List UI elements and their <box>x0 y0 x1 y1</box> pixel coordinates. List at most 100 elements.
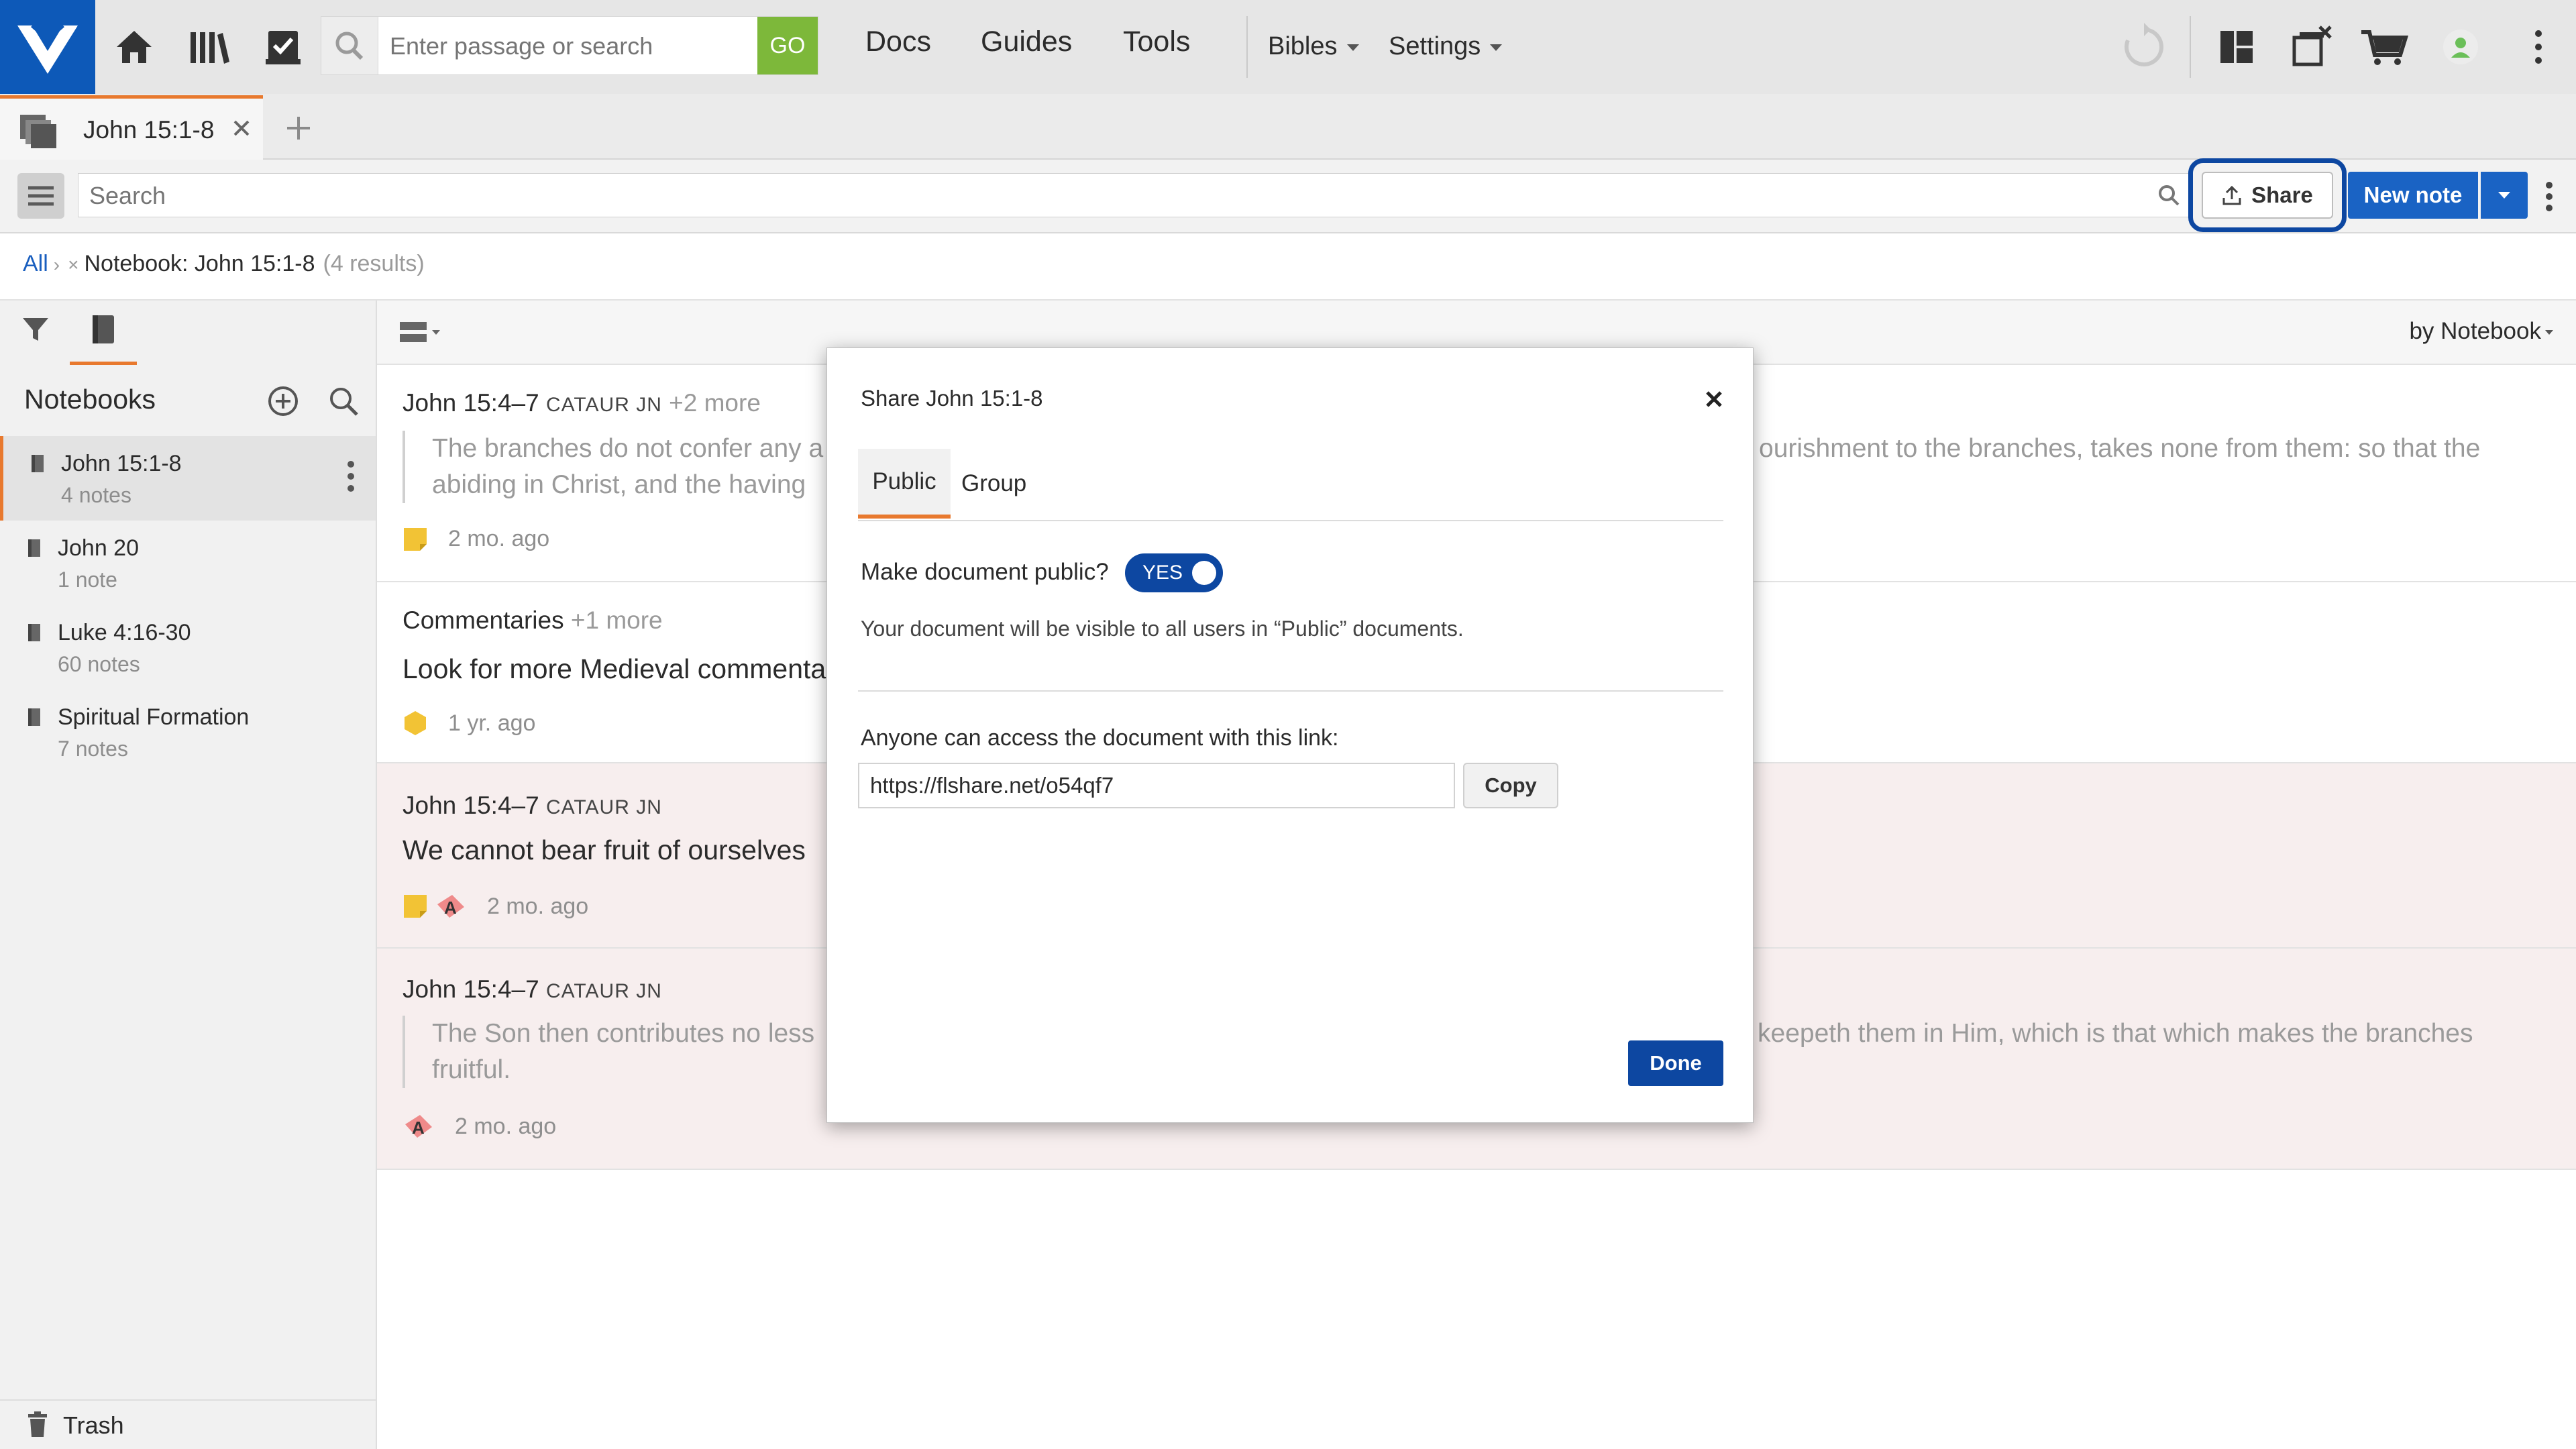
note-time: 2 mo. ago <box>455 1113 557 1139</box>
notebook-icon <box>27 707 42 727</box>
svg-text:A: A <box>444 898 457 918</box>
divider <box>858 690 1723 692</box>
more-vertical-icon[interactable] <box>2508 16 2569 78</box>
trash-item[interactable]: Trash <box>0 1399 376 1449</box>
note-quote-continued: keepeth them in Him, which is that which… <box>1758 1019 2473 1048</box>
share-button[interactable]: Share <box>2202 172 2333 219</box>
breadcrumb-all-link[interactable]: All <box>23 251 48 277</box>
notebook-item-luke-4[interactable]: Luke 4:16-30 60 notes <box>0 605 376 690</box>
highlight-a-icon: A <box>435 892 467 920</box>
add-tab-icon[interactable] <box>284 114 313 142</box>
logos-logo-icon[interactable] <box>0 0 95 94</box>
search-notebooks-icon[interactable] <box>326 384 361 419</box>
make-public-toggle[interactable]: YES <box>1125 553 1223 592</box>
quote-line: abiding in Christ, and the having <box>432 470 806 499</box>
divider <box>2190 16 2191 78</box>
passage-search-input[interactable] <box>388 17 740 76</box>
notebook-count: 1 note <box>58 568 117 592</box>
quote-line: The Son then contributes no less <box>432 1019 815 1048</box>
chevron-down-icon <box>1346 44 1359 51</box>
note-reference: John 15:4–7 CATAUR JN +2 more <box>402 389 761 417</box>
visibility-note: Your document will be visible to all use… <box>861 616 1464 641</box>
note-title: We cannot bear fruit of ourselves <box>402 835 806 865</box>
close-icon[interactable] <box>231 117 252 139</box>
tab-public[interactable]: Public <box>858 449 951 519</box>
nav-docs[interactable]: Docs <box>865 25 931 58</box>
note-ref: Commentaries <box>402 606 564 634</box>
nav-tools[interactable]: Tools <box>1123 25 1190 58</box>
note-ref-abbr: CATAUR JN <box>545 796 662 818</box>
breadcrumb-filter: Notebook: John 15:1-8 <box>84 251 315 276</box>
notes-search-input[interactable] <box>88 174 2103 218</box>
tab-group[interactable]: Group <box>961 449 1026 519</box>
notebook-item-john-20[interactable]: John 20 1 note <box>0 521 376 605</box>
sync-icon[interactable] <box>2113 16 2175 78</box>
sort-label: by Notebook <box>2409 318 2541 344</box>
tab-john-15[interactable]: John 15:1-8 <box>0 95 263 160</box>
nav-guides[interactable]: Guides <box>981 25 1072 58</box>
add-notebook-icon[interactable] <box>266 384 301 419</box>
layouts-icon[interactable] <box>2206 16 2267 78</box>
share-link-field[interactable] <box>858 763 1455 808</box>
library-icon[interactable] <box>178 16 240 78</box>
bibles-menu[interactable]: Bibles <box>1268 32 1359 61</box>
note-ref: John 15:4–7 <box>402 389 539 417</box>
public-question: Make document public? <box>861 559 1109 585</box>
close-panels-icon[interactable] <box>2281 16 2343 78</box>
notebook-item-spiritual-formation[interactable]: Spiritual Formation 7 notes <box>0 690 376 774</box>
search-icon[interactable] <box>321 17 378 74</box>
remove-filter-icon[interactable]: × <box>68 254 78 276</box>
trash-label: Trash <box>63 1411 124 1439</box>
home-icon[interactable] <box>103 16 165 78</box>
note-quote-continued: ourishment to the branches, takes none f… <box>1759 434 2481 463</box>
more-vertical-icon[interactable] <box>2536 173 2563 220</box>
svg-text:A: A <box>412 1118 425 1138</box>
cart-icon[interactable] <box>2353 16 2415 78</box>
copy-button[interactable]: Copy <box>1463 763 1558 808</box>
filter-icon[interactable] <box>20 314 51 345</box>
note-more[interactable]: +1 more <box>571 606 663 634</box>
hamburger-menu-icon[interactable] <box>17 173 64 219</box>
notebook-name: John 20 <box>58 535 139 561</box>
notebooks-view-tab[interactable] <box>70 306 137 365</box>
settings-menu[interactable]: Settings <box>1389 32 1503 61</box>
tab-label: John 15:1-8 <box>83 116 215 144</box>
note-reference: John 15:4–7 CATAUR JN <box>402 975 662 1004</box>
user-avatar-icon[interactable] <box>2430 16 2491 78</box>
toggle-knob <box>1192 561 1216 585</box>
notebook-count: 4 notes <box>61 483 131 507</box>
share-dialog: Share John 15:1-8 Public Group Make docu… <box>826 347 1754 1123</box>
notebook-name: Spiritual Formation <box>58 704 250 730</box>
tasks-icon[interactable] <box>252 16 314 78</box>
note-more[interactable]: +2 more <box>669 389 761 417</box>
documents-icon <box>19 113 59 150</box>
more-vertical-icon[interactable] <box>343 459 359 496</box>
quote-line: The branches do not confer any a <box>432 434 824 463</box>
notebook-item-john-15[interactable]: John 15:1-8 4 notes <box>0 436 376 521</box>
note-reference: Commentaries +1 more <box>402 606 663 635</box>
view-mode-icon[interactable] <box>398 318 447 347</box>
search-icon[interactable] <box>2155 182 2182 209</box>
sticky-note-icon <box>402 527 428 552</box>
note-meta: 2 mo. ago <box>402 526 549 552</box>
upload-icon <box>2222 184 2242 206</box>
sort-dropdown[interactable]: by Notebook <box>2409 318 2553 345</box>
dialog-title: Share John 15:1-8 <box>861 386 1043 411</box>
close-icon[interactable] <box>1699 384 1729 414</box>
new-note-button[interactable]: New note <box>2348 172 2478 219</box>
sticky-note-icon <box>402 894 428 919</box>
done-button[interactable]: Done <box>1628 1040 1723 1086</box>
divider <box>858 520 1723 521</box>
note-time: 2 mo. ago <box>448 526 550 551</box>
new-note-dropdown[interactable] <box>2481 172 2528 219</box>
note-meta: 1 yr. ago <box>402 710 535 737</box>
hexagon-note-icon <box>402 710 428 737</box>
passage-search-box: GO <box>321 16 818 76</box>
note-ref-abbr: CATAUR JN <box>545 394 662 416</box>
notebook-icon <box>30 453 45 474</box>
note-title: Look for more Medieval commentar <box>402 653 835 684</box>
note-quote: The branches do not confer any a abiding… <box>402 431 823 503</box>
go-button[interactable]: GO <box>757 17 818 74</box>
share-button-label: Share <box>2251 182 2313 207</box>
breadcrumb: All › × Notebook: John 15:1-8 (4 results… <box>0 233 2576 301</box>
